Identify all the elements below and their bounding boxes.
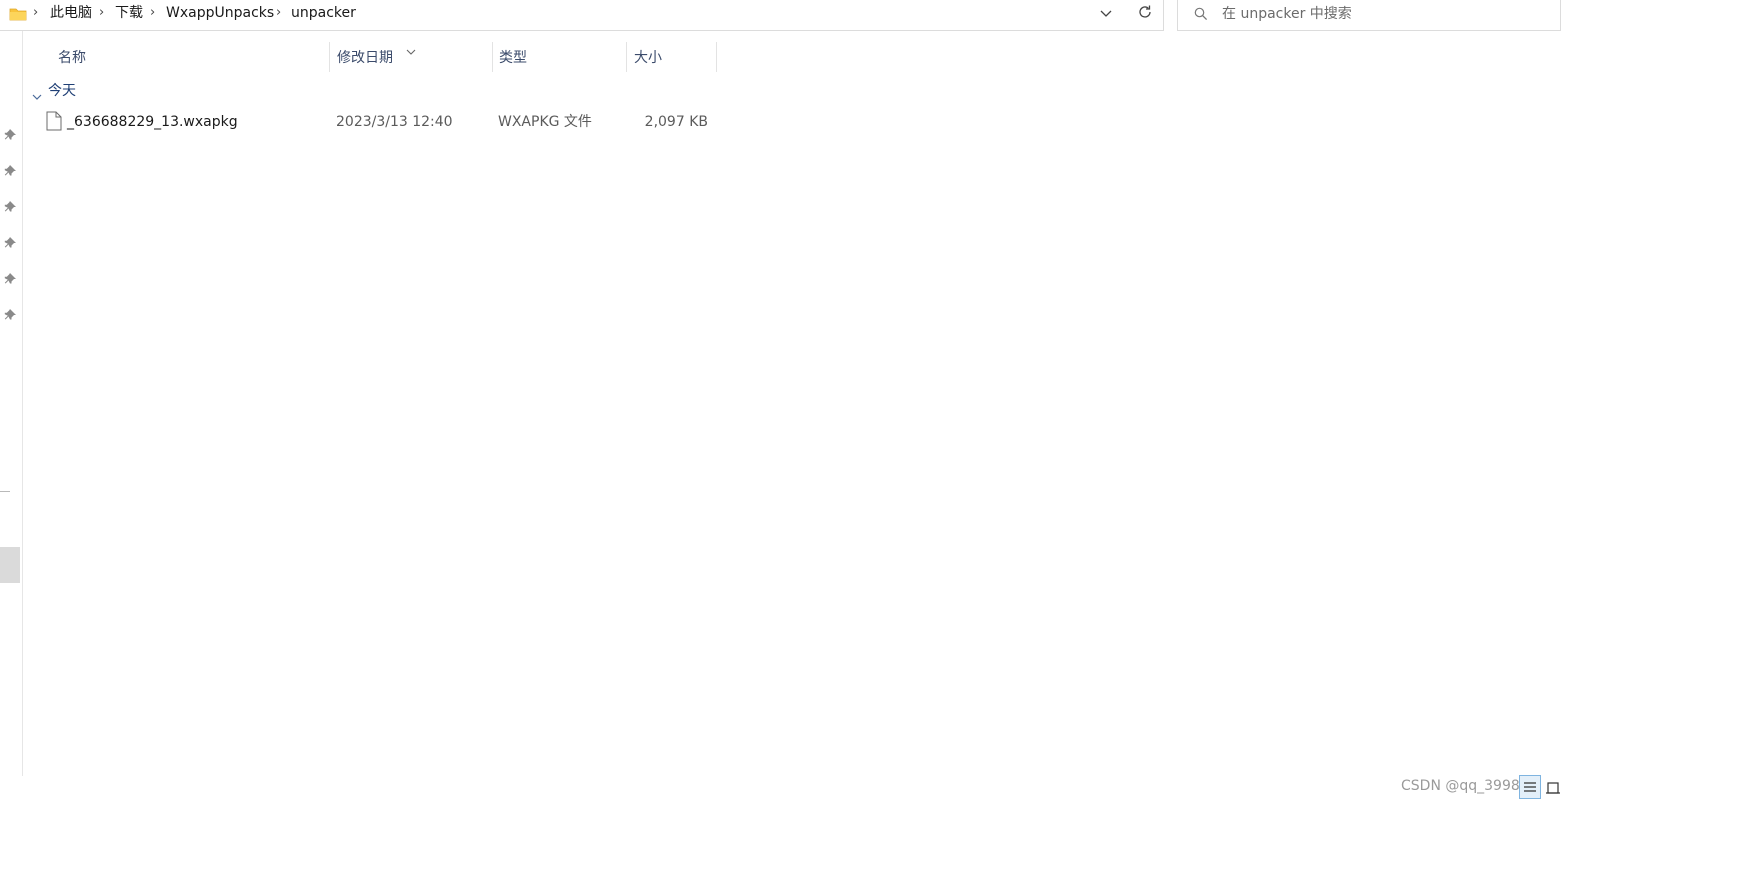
breadcrumb-item-wxappunpacks[interactable]: WxappUnpacks bbox=[166, 4, 274, 22]
file-icon bbox=[46, 111, 62, 135]
details-view-button[interactable] bbox=[1519, 775, 1541, 799]
search-icon bbox=[1194, 6, 1208, 25]
file-date-modified: 2023/3/13 12:40 bbox=[336, 114, 453, 130]
nav-divider bbox=[0, 491, 10, 492]
breadcrumb-item-this-pc[interactable]: 此电脑 bbox=[50, 4, 92, 22]
search-box[interactable] bbox=[1177, 0, 1561, 31]
pin-icon[interactable] bbox=[4, 270, 17, 284]
breadcrumb-item-downloads[interactable]: 下载 bbox=[115, 4, 143, 22]
column-divider[interactable] bbox=[716, 42, 717, 72]
search-input[interactable] bbox=[1222, 4, 1542, 24]
sort-chevron-down-icon bbox=[406, 41, 416, 55]
file-type: WXAPKG 文件 bbox=[498, 114, 592, 130]
breadcrumb-separator: › bbox=[33, 5, 39, 20]
pin-icon[interactable] bbox=[4, 126, 17, 140]
address-bar[interactable]: › 此电脑 › 下载 › WxappUnpacks › unpacker bbox=[0, 0, 1164, 31]
navigation-pane[interactable] bbox=[0, 31, 23, 776]
column-divider[interactable] bbox=[329, 42, 330, 72]
nav-scrollbar-thumb[interactable] bbox=[0, 547, 20, 583]
group-collapse-chevron-icon[interactable] bbox=[32, 86, 42, 100]
column-divider[interactable] bbox=[492, 42, 493, 72]
pin-icon[interactable] bbox=[4, 198, 17, 212]
file-name[interactable]: _636688229_13.wxapkg bbox=[67, 113, 238, 131]
file-row[interactable]: _636688229_13.wxapkg 2023/3/13 12:40 WXA… bbox=[40, 108, 716, 136]
pin-icon[interactable] bbox=[4, 234, 17, 248]
chevron-down-icon[interactable] bbox=[1098, 6, 1114, 22]
breadcrumb-separator: › bbox=[99, 5, 105, 20]
column-header-name[interactable]: 名称 bbox=[58, 49, 86, 67]
column-divider[interactable] bbox=[626, 42, 627, 72]
file-size: 2,097 KB bbox=[644, 114, 708, 130]
tiles-view-icon[interactable] bbox=[1546, 780, 1560, 794]
details-view-icon bbox=[1524, 782, 1536, 792]
pin-icon[interactable] bbox=[4, 306, 17, 320]
column-header-size[interactable]: 大小 bbox=[634, 49, 662, 67]
column-header-date[interactable]: 修改日期 bbox=[337, 49, 393, 67]
breadcrumb-item-unpacker[interactable]: unpacker bbox=[291, 4, 356, 22]
group-header-today[interactable]: 今天 bbox=[48, 82, 76, 100]
watermark: CSDN @qq_3998 bbox=[1401, 778, 1520, 794]
folder-icon bbox=[9, 6, 27, 25]
column-header-type[interactable]: 类型 bbox=[499, 49, 527, 67]
breadcrumb-separator: › bbox=[150, 5, 156, 20]
pin-icon[interactable] bbox=[4, 162, 17, 176]
breadcrumb-separator: › bbox=[276, 5, 282, 20]
refresh-icon[interactable] bbox=[1136, 3, 1154, 21]
